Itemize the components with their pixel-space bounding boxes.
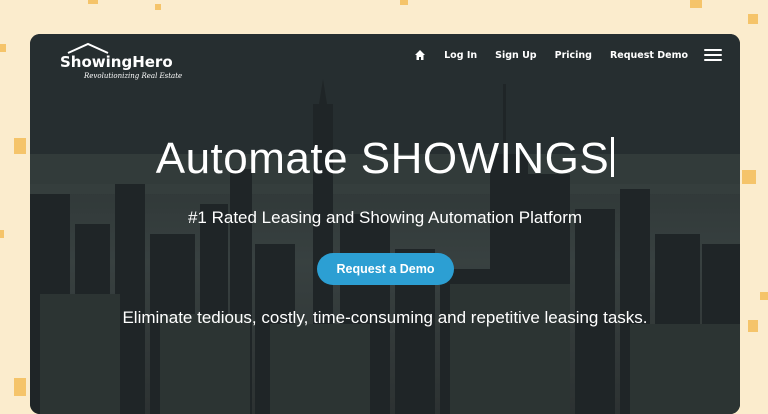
decor-square (88, 0, 98, 4)
decor-square (742, 170, 756, 184)
hamburger-menu-icon[interactable] (704, 49, 722, 61)
decor-square (0, 230, 4, 238)
decor-square (400, 0, 408, 5)
hero-frame: ShowingHero Revolutionizing Real Estate … (30, 34, 740, 414)
top-nav: Log In Sign Up Pricing Request Demo (414, 49, 722, 61)
decor-square (14, 378, 26, 396)
nav-login[interactable]: Log In (444, 50, 477, 61)
nav-signup[interactable]: Sign Up (495, 50, 536, 61)
decor-square (748, 14, 758, 24)
request-demo-button[interactable]: Request a Demo (317, 253, 454, 285)
decor-square (760, 292, 768, 300)
hero-description: Eliminate tedious, costly, time-consumin… (122, 308, 648, 327)
typing-cursor (611, 137, 615, 177)
nav-pricing[interactable]: Pricing (555, 50, 592, 61)
hero-headline: Automate SHOWINGS (30, 134, 740, 184)
home-icon[interactable] (414, 49, 426, 61)
brand-tagline: Revolutionizing Real Estate (84, 72, 183, 80)
decor-square (748, 320, 758, 332)
decor-square (155, 4, 161, 10)
hero-headline-text: Automate SHOWINGS (155, 134, 610, 183)
nav-request-demo[interactable]: Request Demo (610, 50, 688, 61)
decor-square (0, 44, 6, 52)
decor-square (690, 0, 702, 8)
brand-name: ShowingHero (60, 53, 173, 71)
hero-subheadline: #1 Rated Leasing and Showing Automation … (187, 208, 583, 227)
decor-square (14, 138, 26, 154)
